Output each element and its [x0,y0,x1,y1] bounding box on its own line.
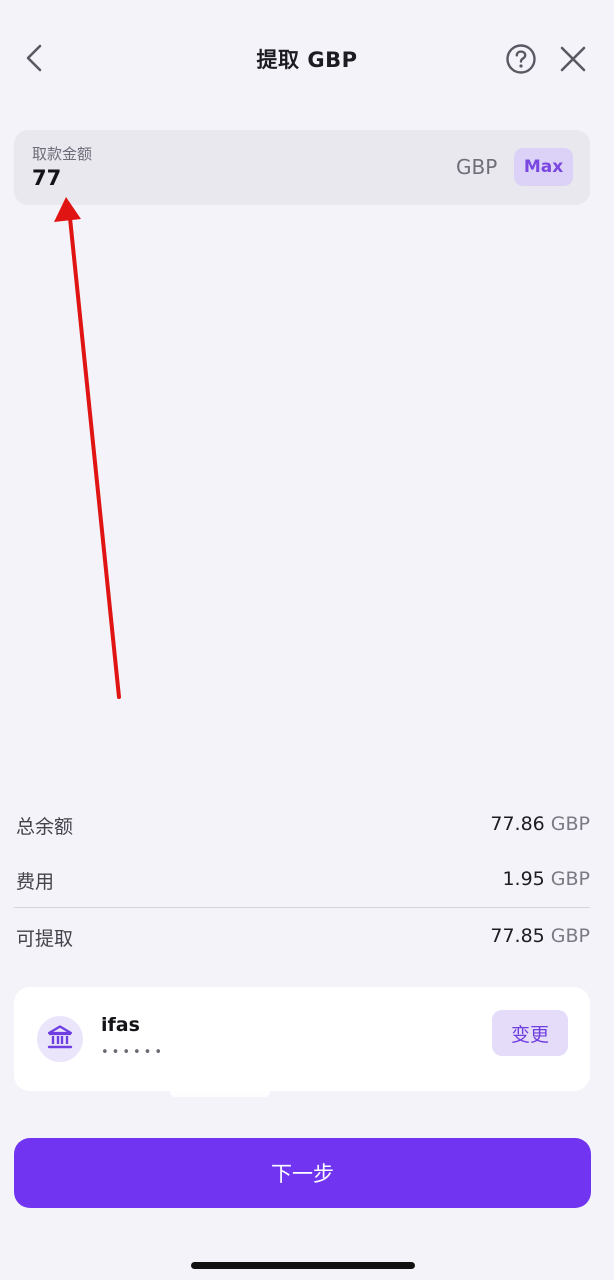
fee-value: 1.95 GBP [502,868,590,890]
amount-input[interactable]: 77 [32,166,61,190]
help-button[interactable] [500,40,542,82]
amount-label: 取款金额 [32,145,93,163]
max-button[interactable]: Max [514,148,573,186]
withdraw-amount-field[interactable]: 取款金额 77 GBP Max [14,130,590,205]
change-bank-button[interactable]: 变更 [492,1010,568,1056]
total-balance-label: 总余额 [16,816,74,838]
currency-label: GBP [456,155,498,179]
withdrawable-value: 77.85 GBP [490,925,590,947]
redacted-area [170,1027,270,1097]
bank-name: ifas [101,1014,140,1036]
withdrawable-amount: 77.85 [490,925,545,947]
withdrawable-label: 可提取 [16,928,74,950]
bank-account-card: ifas •••••• 变更 [14,987,590,1097]
close-icon [559,45,587,77]
total-balance-value: 77.86 GBP [490,813,590,835]
bank-icon [47,1024,73,1054]
fee-amount: 1.95 [502,868,545,890]
fee-currency: GBP [550,868,590,890]
total-balance-amount: 77.86 [490,813,545,835]
total-balance-currency: GBP [550,813,590,835]
question-circle-icon [505,43,537,79]
bank-account-number: •••••• [101,1045,166,1060]
next-step-button[interactable]: 下一步 [14,1138,591,1208]
summary-divider [14,907,590,908]
bank-avatar [37,1016,83,1062]
fee-label: 费用 [16,871,55,893]
home-indicator [191,1262,415,1269]
close-button[interactable] [552,40,594,82]
withdrawable-currency: GBP [550,925,590,947]
